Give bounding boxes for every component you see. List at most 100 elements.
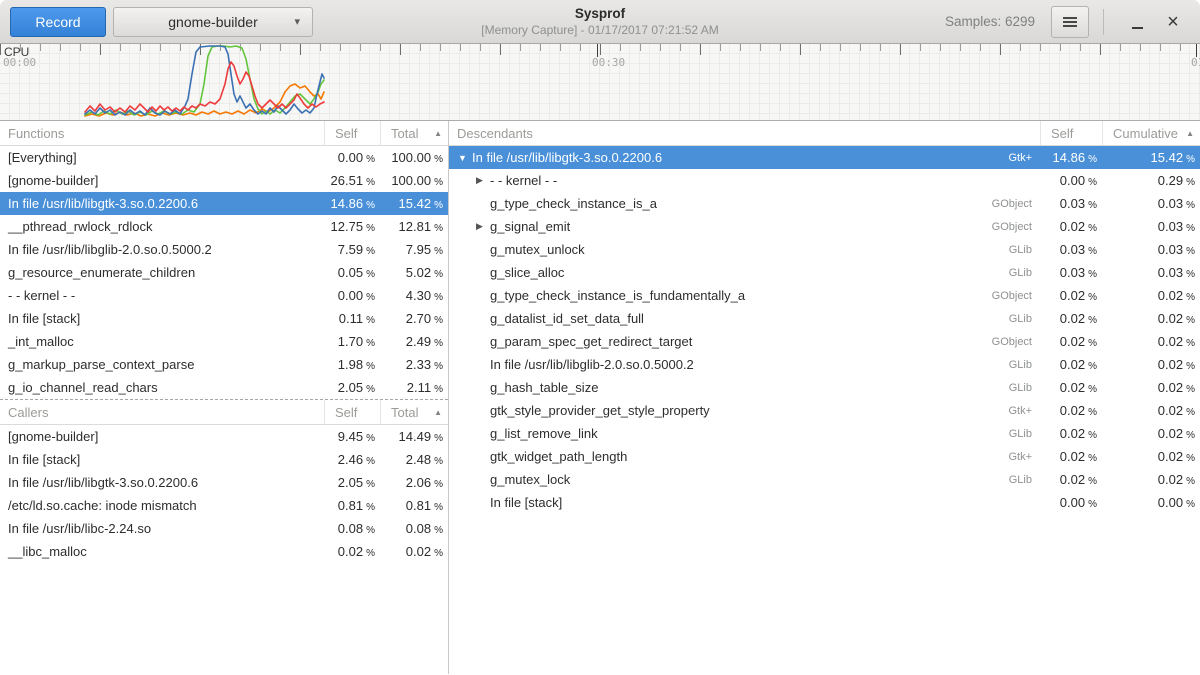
- cumulative-percent: 0.02%: [1102, 403, 1200, 418]
- self-percent: 0.05%: [324, 265, 380, 280]
- function-name: [gnome-builder]: [0, 173, 324, 188]
- table-row[interactable]: In file /usr/lib/libgtk-3.so.0.2200.6 14…: [0, 192, 448, 215]
- self-percent: 2.05%: [324, 380, 380, 395]
- descendant-name: g_type_check_instance_is_fundamentally_a: [490, 288, 745, 303]
- descendant-name-cell: g_list_remove_link GLib: [449, 426, 1040, 441]
- table-row[interactable]: In file /usr/lib/libglib-2.0.so.0.5000.2…: [449, 353, 1200, 376]
- descendant-name: g_slice_alloc: [490, 265, 564, 280]
- functions-section: Functions Self Total ▲ [Everything] 0.00…: [0, 121, 448, 399]
- cpu-graph[interactable]: CPU 00:0000:3001:00: [0, 44, 1200, 121]
- total-percent: 4.30%: [380, 288, 448, 303]
- caller-name: In file [stack]: [0, 452, 324, 467]
- table-row[interactable]: g_type_check_instance_is_fundamentally_a…: [449, 284, 1200, 307]
- header-bar: Record gnome-builder ▾ Sysprof [Memory C…: [0, 0, 1200, 44]
- total-percent: 0.08%: [380, 521, 448, 536]
- column-header-total-label: Total: [391, 405, 418, 420]
- record-button[interactable]: Record: [10, 7, 106, 37]
- table-row[interactable]: g_io_channel_read_chars 2.05% 2.11%: [0, 376, 448, 399]
- sort-ascending-icon: ▲: [434, 408, 442, 417]
- table-row[interactable]: ▶ g_signal_emit GObject 0.02% 0.03%: [449, 215, 1200, 238]
- table-row[interactable]: In file /usr/lib/libglib-2.0.so.0.5000.2…: [0, 238, 448, 261]
- column-header-total[interactable]: Total ▲: [380, 400, 448, 424]
- self-percent: 0.81%: [324, 498, 380, 513]
- callers-table-header: Callers Self Total ▲: [0, 400, 448, 425]
- cumulative-percent: 0.02%: [1102, 380, 1200, 395]
- column-header-cumulative[interactable]: Cumulative ▲: [1102, 121, 1200, 145]
- cumulative-percent: 0.29%: [1102, 173, 1200, 188]
- menu-button[interactable]: [1051, 6, 1089, 38]
- main-content: Functions Self Total ▲ [Everything] 0.00…: [0, 121, 1200, 674]
- close-button[interactable]: ×: [1158, 7, 1188, 37]
- total-percent: 0.81%: [380, 498, 448, 513]
- table-row[interactable]: ▶ - - kernel - - 0.00% 0.29%: [449, 169, 1200, 192]
- table-row[interactable]: [Everything] 0.00% 100.00%: [0, 146, 448, 169]
- library-tag: Gtk+: [1008, 405, 1040, 417]
- table-row[interactable]: g_hash_table_size GLib 0.02% 0.02%: [449, 376, 1200, 399]
- table-row[interactable]: g_resource_enumerate_children 0.05% 5.02…: [0, 261, 448, 284]
- table-row[interactable]: In file /usr/lib/libgtk-3.so.0.2200.6 2.…: [0, 471, 448, 494]
- table-row[interactable]: gtk_widget_path_length Gtk+ 0.02% 0.02%: [449, 445, 1200, 468]
- column-header-self[interactable]: Self: [324, 400, 380, 424]
- table-row[interactable]: g_list_remove_link GLib 0.02% 0.02%: [449, 422, 1200, 445]
- self-percent: 9.45%: [324, 429, 380, 444]
- self-percent: 0.00%: [324, 150, 380, 165]
- cumulative-percent: 0.03%: [1102, 242, 1200, 257]
- self-percent: 0.02%: [1040, 449, 1102, 464]
- library-tag: Gtk+: [1008, 152, 1040, 164]
- table-row[interactable]: g_mutex_unlock GLib 0.03% 0.03%: [449, 238, 1200, 261]
- table-row[interactable]: [gnome-builder] 26.51% 100.00%: [0, 169, 448, 192]
- table-row[interactable]: g_mutex_lock GLib 0.02% 0.02%: [449, 468, 1200, 491]
- library-tag: GObject: [992, 290, 1040, 302]
- descendant-name: g_list_remove_link: [490, 426, 598, 441]
- minimize-button[interactable]: [1122, 7, 1152, 37]
- table-row[interactable]: g_datalist_id_set_data_full GLib 0.02% 0…: [449, 307, 1200, 330]
- table-row[interactable]: In file [stack] 0.00% 0.00%: [449, 491, 1200, 514]
- column-header-functions[interactable]: Functions: [0, 121, 324, 145]
- time-label: 00:30: [592, 56, 625, 69]
- table-row[interactable]: /etc/ld.so.cache: inode mismatch 0.81% 0…: [0, 494, 448, 517]
- table-row[interactable]: ▼ In file /usr/lib/libgtk-3.so.0.2200.6 …: [449, 146, 1200, 169]
- descendants-table-body: ▼ In file /usr/lib/libgtk-3.so.0.2200.6 …: [449, 146, 1200, 514]
- descendant-name-cell: g_type_check_instance_is_a GObject: [449, 196, 1040, 211]
- column-header-total[interactable]: Total ▲: [380, 121, 448, 145]
- self-percent: 7.59%: [324, 242, 380, 257]
- table-row[interactable]: gtk_style_provider_get_style_property Gt…: [449, 399, 1200, 422]
- table-row[interactable]: __pthread_rwlock_rdlock 12.75% 12.81%: [0, 215, 448, 238]
- function-name: _int_malloc: [0, 334, 324, 349]
- caller-name: In file /usr/lib/libc-2.24.so: [0, 521, 324, 536]
- column-header-self[interactable]: Self: [1040, 121, 1102, 145]
- table-row[interactable]: In file /usr/lib/libc-2.24.so 0.08% 0.08…: [0, 517, 448, 540]
- table-row[interactable]: g_type_check_instance_is_a GObject 0.03%…: [449, 192, 1200, 215]
- samples-count: Samples: 6299: [945, 14, 1035, 29]
- table-row[interactable]: g_slice_alloc GLib 0.03% 0.03%: [449, 261, 1200, 284]
- self-percent: 0.02%: [324, 544, 380, 559]
- table-row[interactable]: [gnome-builder] 9.45% 14.49%: [0, 425, 448, 448]
- column-header-descendants[interactable]: Descendants: [449, 121, 1040, 145]
- descendant-name-cell: In file /usr/lib/libglib-2.0.so.0.5000.2…: [449, 357, 1040, 372]
- self-percent: 14.86%: [324, 196, 380, 211]
- library-tag: GLib: [1009, 382, 1040, 394]
- column-header-callers[interactable]: Callers: [0, 400, 324, 424]
- sysprof-window: Record gnome-builder ▾ Sysprof [Memory C…: [0, 0, 1200, 675]
- table-row[interactable]: - - kernel - - 0.00% 4.30%: [0, 284, 448, 307]
- table-row[interactable]: In file [stack] 0.11% 2.70%: [0, 307, 448, 330]
- descendant-name: - - kernel - -: [490, 173, 557, 188]
- cumulative-percent: 0.00%: [1102, 495, 1200, 510]
- column-header-self[interactable]: Self: [324, 121, 380, 145]
- table-row[interactable]: In file [stack] 2.46% 2.48%: [0, 448, 448, 471]
- expander-icon[interactable]: ▶: [475, 221, 490, 232]
- hamburger-icon: [1063, 17, 1077, 19]
- table-row[interactable]: __libc_malloc 0.02% 0.02%: [0, 540, 448, 563]
- table-row[interactable]: g_param_spec_get_redirect_target GObject…: [449, 330, 1200, 353]
- self-percent: 0.02%: [1040, 288, 1102, 303]
- table-row[interactable]: _int_malloc 1.70% 2.49%: [0, 330, 448, 353]
- expander-icon[interactable]: ▶: [475, 175, 490, 186]
- descendant-name: In file [stack]: [490, 495, 562, 510]
- expander-icon[interactable]: ▼: [457, 153, 472, 163]
- process-selector-dropdown[interactable]: gnome-builder ▾: [113, 7, 313, 37]
- table-row[interactable]: g_markup_parse_context_parse 1.98% 2.33%: [0, 353, 448, 376]
- function-name: g_io_channel_read_chars: [0, 380, 324, 395]
- function-name: g_markup_parse_context_parse: [0, 357, 324, 372]
- cumulative-percent: 0.03%: [1102, 196, 1200, 211]
- descendant-name-cell: g_slice_alloc GLib: [449, 265, 1040, 280]
